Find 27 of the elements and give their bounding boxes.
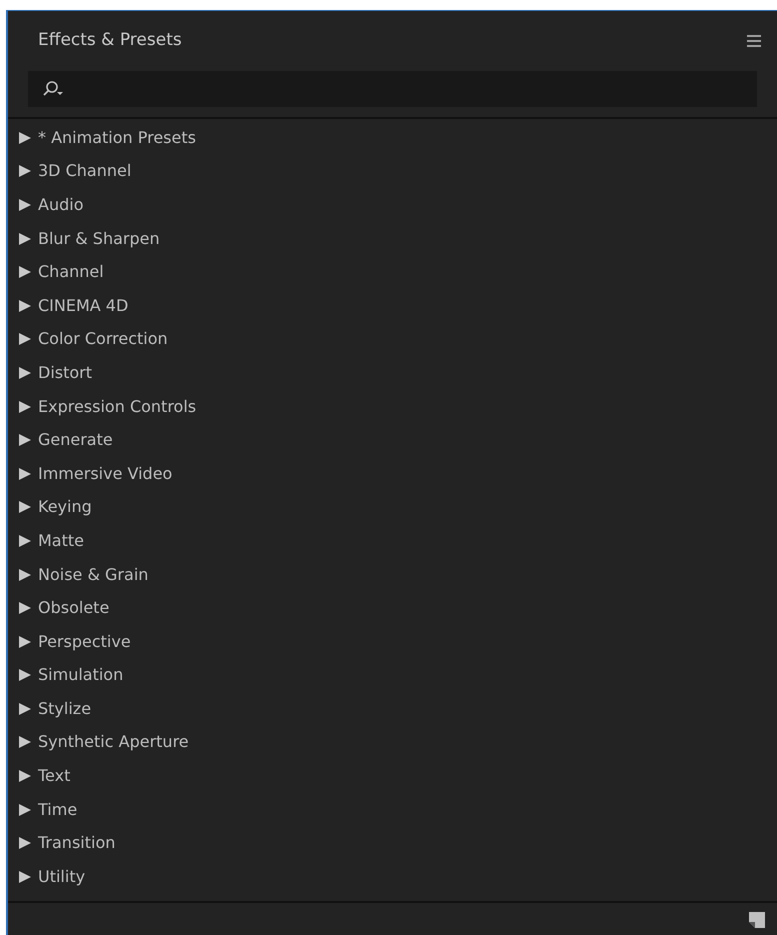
category-item[interactable]: Color Correction <box>8 322 777 356</box>
menu-icon[interactable] <box>747 35 761 47</box>
category-item[interactable]: Channel <box>8 255 777 289</box>
category-item[interactable]: Time <box>8 792 777 826</box>
category-item[interactable]: Obsolete <box>8 591 777 625</box>
category-item[interactable]: Transition <box>8 826 777 860</box>
category-item[interactable]: Simulation <box>8 658 777 692</box>
category-item[interactable]: Noise & Grain <box>8 558 777 592</box>
category-item[interactable]: * Animation Presets <box>8 121 777 155</box>
category-item[interactable]: Immersive Video <box>8 456 777 491</box>
category-item[interactable]: Synthetic Aperture <box>8 726 777 760</box>
category-item[interactable]: Text <box>8 759 777 793</box>
category-item[interactable]: Perspective <box>8 624 777 658</box>
category-item[interactable]: 3D Channel <box>8 154 777 188</box>
category-item[interactable]: Stylize <box>8 692 777 726</box>
search-field[interactable] <box>28 71 757 107</box>
category-item[interactable]: Expression Controls <box>8 390 777 424</box>
category-item[interactable]: CINEMA 4D <box>8 288 777 323</box>
category-item[interactable]: Generate <box>8 423 777 457</box>
category-item[interactable]: Matte <box>8 524 777 558</box>
panel-title: Effects & Presets <box>38 29 182 52</box>
category-item[interactable]: Distort <box>8 356 777 390</box>
category-item[interactable]: Blur & Sharpen <box>8 222 777 256</box>
search-icon <box>42 80 64 98</box>
category-item[interactable]: Audio <box>8 188 777 222</box>
category-item[interactable]: Keying <box>8 490 777 524</box>
category-item[interactable]: Utility <box>8 860 777 894</box>
